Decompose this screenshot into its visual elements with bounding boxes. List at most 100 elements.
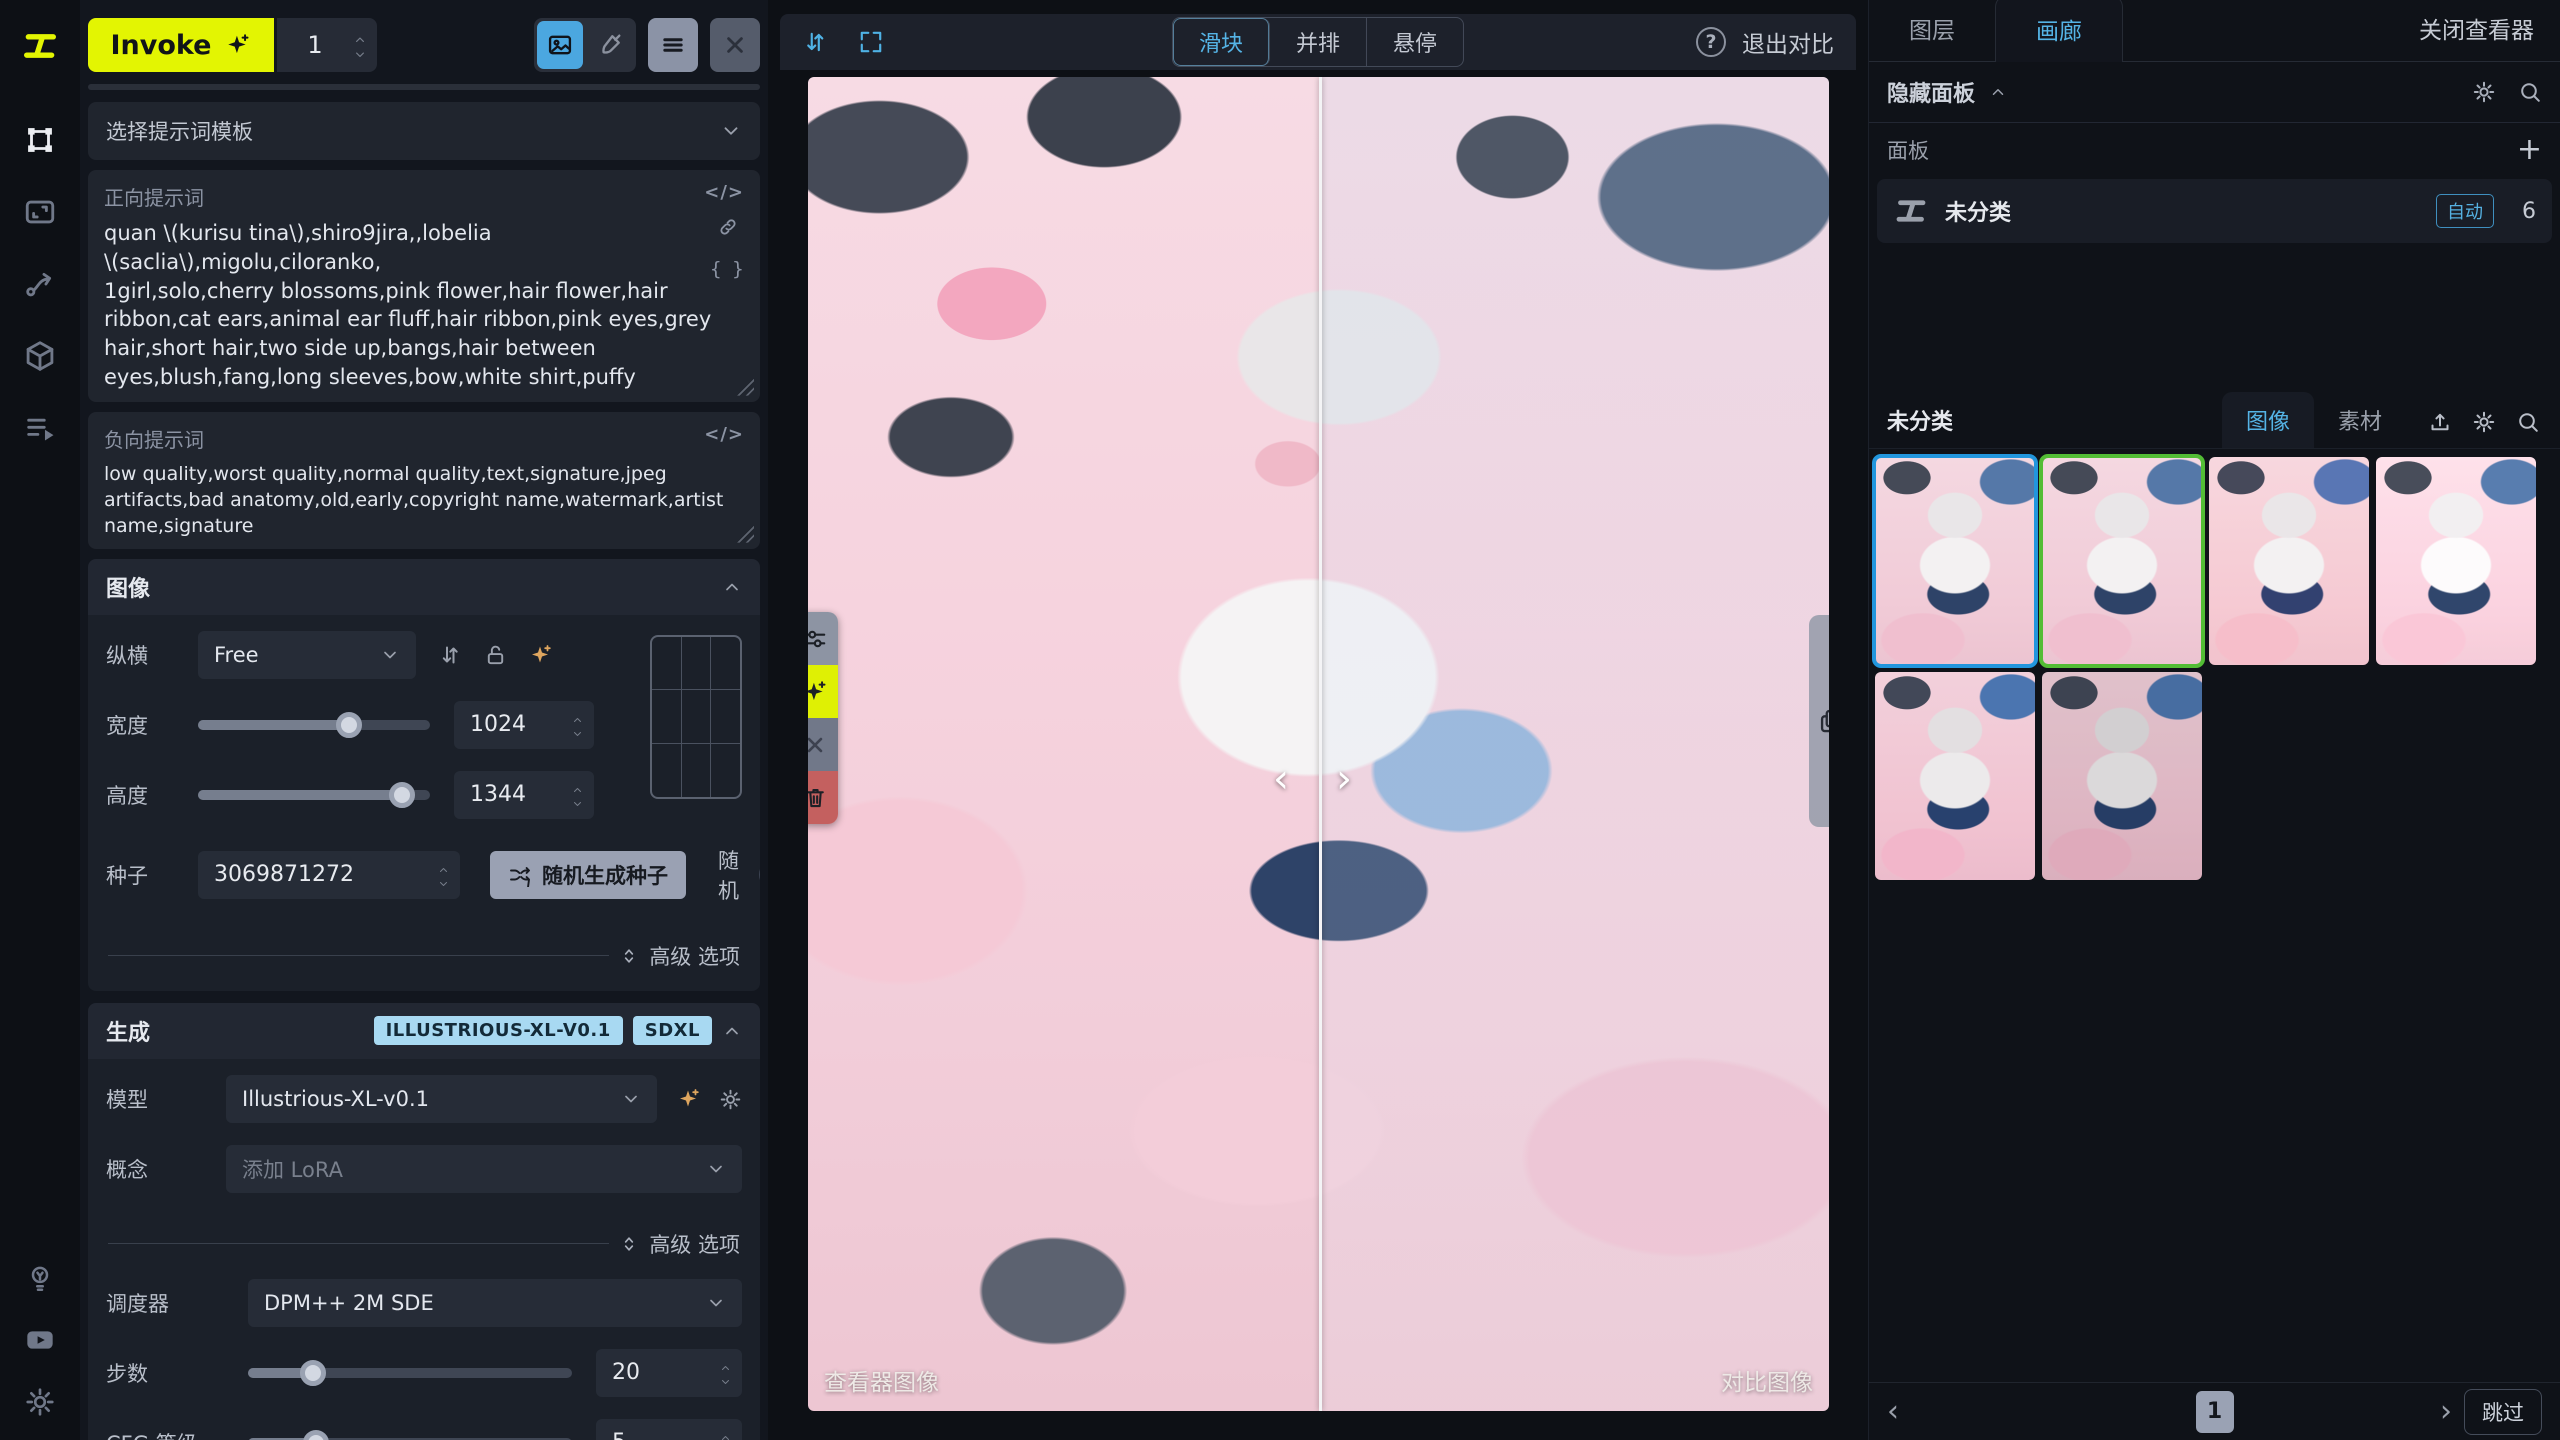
gallery-settings-gear-icon[interactable] — [2472, 410, 2496, 434]
height-input[interactable]: 1344 — [454, 771, 594, 819]
scheduler-select[interactable]: DPM++ 2M SDE — [248, 1279, 742, 1327]
board-row-uncategorized[interactable]: 未分类 自动 6 — [1877, 179, 2552, 243]
advanced-options-toggle[interactable]: 高级 选项 — [649, 1229, 740, 1259]
prev-page-arrow[interactable]: ‹ — [1887, 1394, 1921, 1429]
advanced-options-toggle[interactable]: 高级 选项 — [649, 941, 740, 971]
tab-gallery-assets[interactable]: 素材 — [2314, 392, 2406, 448]
chevron-up-icon — [1989, 83, 2007, 101]
negative-prompt-input[interactable]: low quality,worst quality,normal quality… — [104, 461, 729, 539]
gallery-thumbnail[interactable] — [2042, 672, 2202, 880]
optimize-size-icon[interactable] — [529, 642, 553, 667]
generation-section-header[interactable]: 生成 ILLUSTRIOUS-XL-V0.1 SDXL — [88, 1003, 760, 1059]
rail-canvas-icon[interactable] — [20, 120, 60, 160]
cfg-value: 5 — [596, 1430, 719, 1440]
tab-gallery-images[interactable]: 图像 — [2222, 392, 2314, 448]
gallery-thumbnail[interactable] — [1875, 672, 2035, 880]
tab-side-by-side-mode[interactable]: 并排 — [1270, 18, 1367, 66]
gallery-search-icon[interactable] — [2516, 410, 2540, 434]
tab-layers[interactable]: 图层 — [1869, 0, 1995, 61]
brush-canvas-button[interactable] — [587, 21, 633, 69]
lock-aspect-icon[interactable] — [484, 642, 507, 667]
compare-slider-left-chevron[interactable]: ‹ — [1273, 759, 1289, 799]
width-value: 1024 — [454, 712, 571, 737]
seed-label: 种子 — [106, 860, 198, 890]
positive-prompt-input[interactable]: quan \(kurisu tina\),shiro9jira,,lobelia… — [104, 219, 716, 392]
steps-input[interactable]: 20 — [596, 1349, 742, 1397]
settings-gear-icon[interactable] — [20, 1382, 60, 1422]
queue-count-arrows[interactable] — [353, 33, 377, 57]
compare-slider-right-chevron[interactable]: › — [1336, 759, 1352, 799]
cfg-input[interactable]: 5 — [596, 1419, 742, 1440]
invoke-quick-button[interactable] — [808, 665, 838, 718]
seed-value: 3069871272 — [198, 862, 437, 887]
invoke-button[interactable]: Invoke — [88, 18, 274, 72]
page-number-chip[interactable]: 1 — [2196, 1391, 2234, 1433]
tab-hover-mode[interactable]: 悬停 — [1367, 18, 1463, 66]
code-embed-icon[interactable]: </> — [704, 424, 744, 453]
hide-boards-toggle[interactable]: 隐藏面板 — [1887, 76, 1975, 108]
next-page-arrow[interactable]: › — [2418, 1394, 2452, 1429]
rail-workflows-icon[interactable] — [20, 264, 60, 304]
rail-models-icon[interactable] — [20, 336, 60, 376]
steps-steppers[interactable] — [719, 1362, 742, 1384]
rail-queue-icon[interactable] — [20, 408, 60, 448]
cfg-steppers[interactable] — [719, 1432, 742, 1440]
chevron-up-icon — [722, 1021, 742, 1041]
exit-compare-button[interactable]: 退出对比 — [1742, 25, 1834, 59]
prompt-template-selector[interactable]: 选择提示词模板 — [88, 102, 760, 160]
gallery-thumbnail[interactable] — [2042, 457, 2202, 665]
randomize-toggle[interactable] — [759, 859, 760, 890]
steps-slider[interactable] — [248, 1368, 572, 1378]
width-steppers[interactable] — [571, 714, 594, 736]
add-board-button[interactable]: + — [2517, 135, 2542, 165]
delete-image-button[interactable] — [808, 771, 838, 824]
image-section-header[interactable]: 图像 — [88, 559, 760, 615]
aspect-select[interactable]: Free — [198, 631, 416, 679]
gallery-drawer-handle[interactable] — [1809, 615, 1829, 827]
compare-slider-line[interactable] — [1319, 77, 1322, 1411]
help-icon[interactable]: ? — [1696, 27, 1726, 57]
random-seed-button[interactable]: 随机生成种子 — [490, 851, 686, 899]
tab-gallery[interactable]: 画廊 — [1995, 0, 2123, 62]
negative-prompt-label: 负向提示词 — [104, 424, 204, 453]
gallery-panel: 图层 画廊 关闭查看器 隐藏面板 面板 + 未分类 自动 6 未分类 图像 素材 — [1868, 0, 2560, 1440]
boards-search-icon[interactable] — [2518, 80, 2542, 104]
width-input[interactable]: 1024 — [454, 701, 594, 749]
model-default-settings-icon[interactable] — [677, 1086, 701, 1111]
queue-count-stepper[interactable]: 1 — [277, 18, 377, 72]
tab-slider-mode[interactable]: 滑块 — [1173, 18, 1270, 66]
model-select[interactable]: Illustrious-XL-v0.1 — [226, 1075, 657, 1123]
gallery-thumbnail[interactable] — [2209, 457, 2369, 665]
cancel-button[interactable] — [710, 18, 760, 72]
menu-button[interactable] — [648, 18, 698, 72]
skip-button[interactable]: 跳过 — [2464, 1389, 2542, 1435]
model-manager-gear-icon[interactable] — [719, 1086, 742, 1111]
height-slider[interactable] — [198, 790, 430, 800]
height-steppers[interactable] — [571, 784, 594, 806]
braces-icon[interactable]: { } — [710, 258, 746, 280]
boards-settings-gear-icon[interactable] — [2472, 80, 2496, 104]
board-name: 未分类 — [1945, 195, 2011, 227]
rail-upscale-icon[interactable] — [20, 192, 60, 232]
fit-to-view-icon[interactable] — [858, 29, 884, 55]
width-slider[interactable] — [198, 720, 430, 730]
dismiss-button[interactable] — [808, 718, 838, 771]
textarea-resize-handle[interactable] — [734, 523, 754, 543]
textarea-resize-handle[interactable] — [734, 376, 754, 396]
seed-steppers[interactable] — [437, 864, 460, 886]
seed-input[interactable]: 3069871272 — [198, 851, 460, 899]
code-embed-icon[interactable]: </> — [704, 182, 744, 211]
viewer-settings-button[interactable] — [808, 612, 838, 665]
image-view-button[interactable] — [537, 21, 583, 69]
invoke-toolbar: Invoke 1 — [88, 0, 760, 80]
tips-bulb-icon[interactable] — [20, 1258, 60, 1298]
link-icon[interactable] — [717, 216, 739, 238]
gallery-thumbnail[interactable] — [1875, 457, 2035, 665]
upload-icon[interactable] — [2428, 410, 2452, 434]
swap-compare-icon[interactable] — [802, 29, 828, 55]
gallery-thumbnail[interactable] — [2376, 457, 2536, 665]
video-tutorials-icon[interactable] — [20, 1320, 60, 1360]
swap-dimensions-icon[interactable] — [438, 642, 462, 667]
close-viewer-button[interactable]: 关闭查看器 — [2393, 0, 2560, 61]
lora-select[interactable]: 添加 LoRA — [226, 1145, 742, 1193]
